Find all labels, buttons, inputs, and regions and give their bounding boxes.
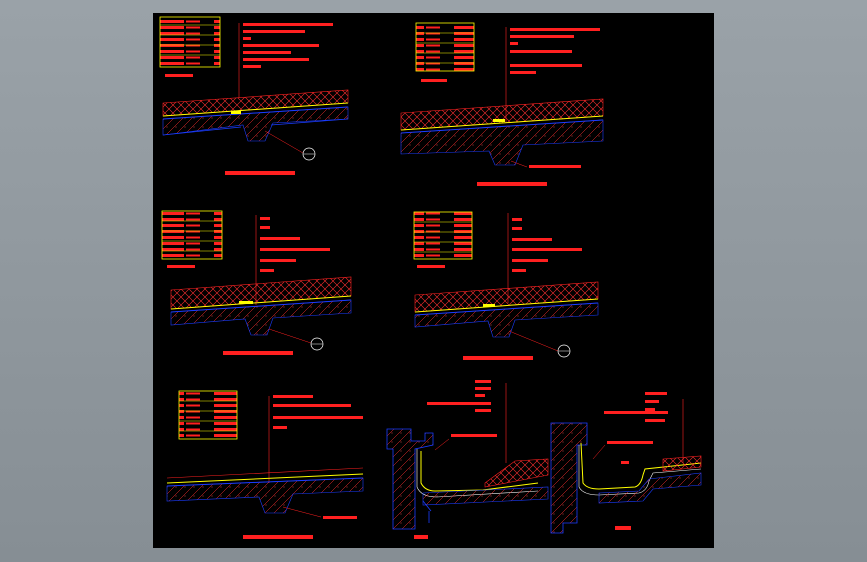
drawing-svg (159, 16, 702, 539)
legend-box-2 (415, 22, 475, 82)
caption-2 (477, 182, 547, 186)
roof-section-2 (400, 98, 604, 166)
caption-5 (243, 535, 313, 539)
roof-section-3 (170, 276, 352, 336)
cad-viewport (0, 0, 867, 562)
parapet-section-7 (550, 422, 702, 534)
detail-2 (400, 22, 604, 186)
parapet-section-6 (386, 428, 549, 530)
legend-box-4 (413, 211, 473, 268)
legend-box-1 (159, 16, 221, 77)
caption-7 (615, 526, 631, 530)
caption-3 (223, 351, 293, 355)
callout-circle-3 (268, 328, 324, 351)
callout-notes-5 (268, 395, 363, 483)
callout-note-2 (529, 165, 581, 168)
detail-1 (159, 16, 349, 175)
callout-note-6 (451, 434, 497, 437)
legend-box-5 (178, 390, 238, 440)
detail-3 (161, 210, 352, 355)
callout-notes-1 (238, 23, 333, 98)
callout-notes-6 (427, 380, 507, 463)
roof-section-4 (414, 281, 599, 338)
callout-circle-4 (508, 330, 571, 358)
roof-section-5 (166, 467, 364, 514)
detail-6 (386, 380, 549, 539)
callout-note-5 (323, 516, 357, 519)
caption-1 (225, 171, 295, 175)
callout-note-7b (621, 461, 629, 464)
legend-box-3 (161, 210, 223, 268)
detail-7 (550, 392, 702, 534)
caption-4 (463, 356, 533, 360)
callout-note-7 (607, 441, 653, 444)
detail-4 (413, 211, 599, 360)
detail-5 (166, 390, 364, 539)
roof-section-1 (162, 89, 349, 142)
drawing-sheet (153, 13, 714, 548)
callout-circle-1 (264, 130, 316, 161)
callout-notes-7 (604, 392, 684, 463)
caption-6 (414, 535, 428, 539)
